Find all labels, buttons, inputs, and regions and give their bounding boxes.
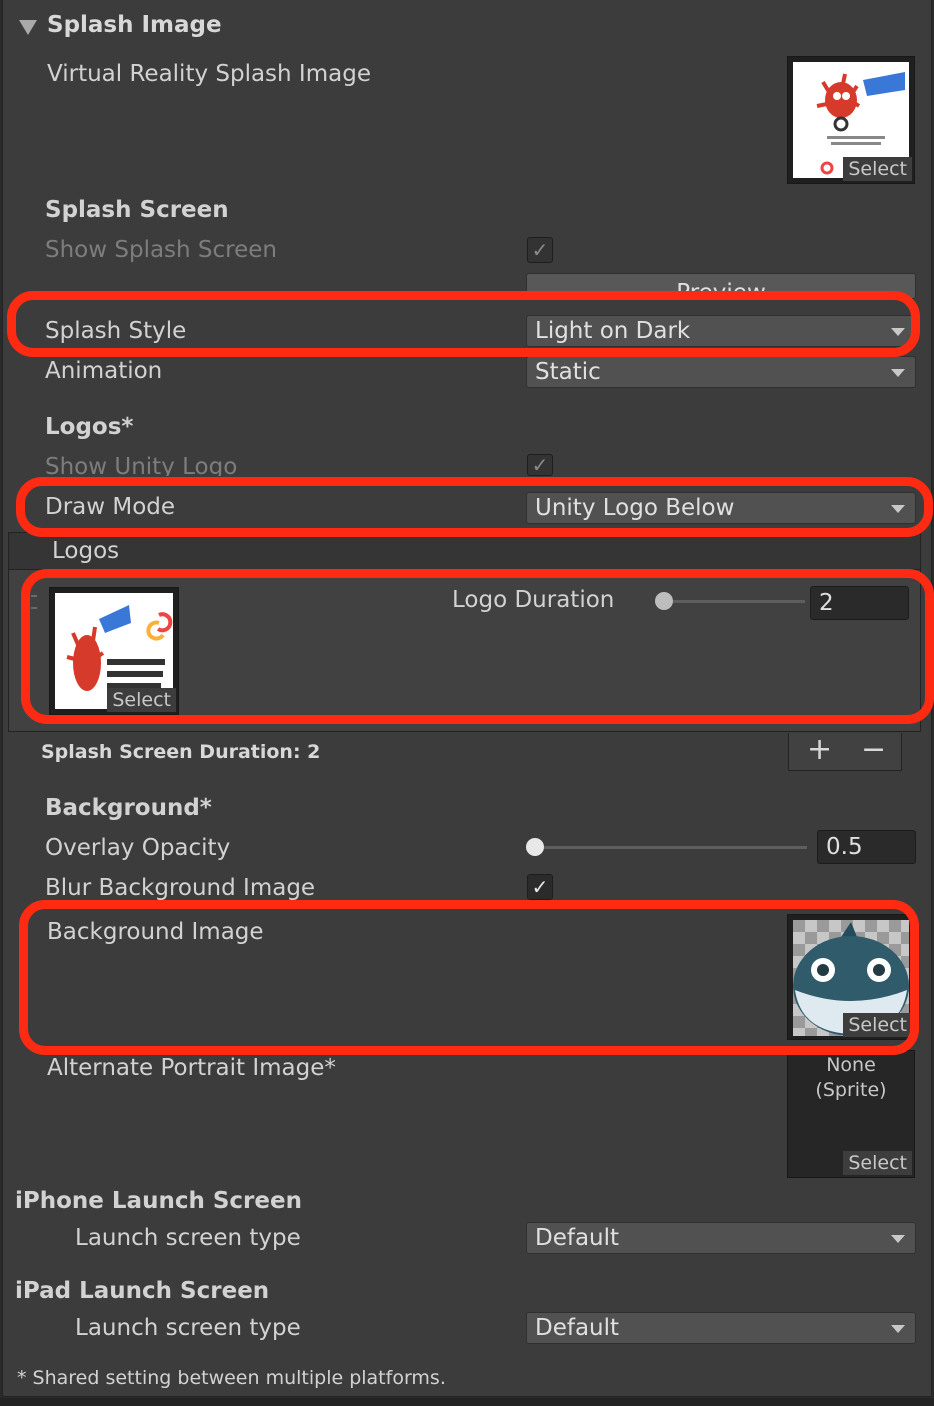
logos-list-header: Logos (9, 533, 920, 570)
overlay-opacity-field[interactable]: 0.5 (817, 830, 916, 864)
vr-splash-label: Virtual Reality Splash Image (47, 61, 371, 87)
splash-duration-text: Splash Screen Duration: 2 (41, 741, 321, 763)
alternate-portrait-field[interactable]: None (Sprite) Select (787, 1050, 915, 1178)
iphone-launch-heading: iPhone Launch Screen (15, 1188, 302, 1214)
iphone-launch-type-value: Default (535, 1225, 620, 1251)
vr-splash-image-field[interactable]: Select (787, 56, 915, 184)
splash-style-value: Light on Dark (535, 318, 691, 344)
logo-duration-value: 2 (819, 590, 834, 616)
logo-image-field[interactable]: Select (49, 587, 179, 715)
logos-add-remove: + − (788, 733, 902, 771)
draw-mode-dropdown[interactable]: Unity Logo Below (526, 492, 916, 524)
add-logo-icon[interactable]: + (807, 733, 832, 767)
dropdown-arrow-icon (891, 1325, 905, 1333)
drag-handle-icon[interactable] (31, 595, 37, 609)
animation-value: Static (535, 359, 601, 385)
draw-mode-value: Unity Logo Below (535, 495, 735, 521)
background-heading: Background* (45, 795, 212, 821)
logos-list-title: Logos (52, 538, 120, 564)
remove-logo-icon[interactable]: − (861, 733, 886, 767)
draw-mode-label: Draw Mode (45, 494, 176, 520)
splash-screen-heading: Splash Screen (45, 197, 229, 223)
logo-duration-slider-thumb[interactable] (655, 592, 673, 610)
alternate-sprite-text: (Sprite) (815, 1079, 887, 1101)
alternate-portrait-label: Alternate Portrait Image* (47, 1055, 336, 1081)
show-splash-label: Show Splash Screen (45, 237, 277, 263)
logo-duration-slider-track[interactable] (655, 600, 805, 603)
blur-background-label: Blur Background Image (45, 875, 316, 901)
show-unity-logo-label: Show Unity Logo (45, 454, 238, 476)
alternate-select-button[interactable]: Select (843, 1151, 912, 1175)
animation-dropdown[interactable]: Static (526, 356, 916, 388)
logos-list: Logos Select Logo Duration 2 (8, 532, 921, 732)
alternate-none-text: None (826, 1054, 876, 1076)
ipad-launch-heading: iPad Launch Screen (15, 1278, 270, 1304)
dropdown-arrow-icon (891, 1235, 905, 1243)
vr-splash-select-button[interactable]: Select (843, 157, 912, 181)
overlay-opacity-value: 0.5 (826, 834, 863, 860)
blur-background-checkbox[interactable]: ✓ (527, 874, 553, 900)
iphone-launch-type-dropdown[interactable]: Default (526, 1222, 916, 1254)
logo-select-button[interactable]: Select (107, 688, 176, 712)
show-splash-checkbox[interactable]: ✓ (527, 237, 553, 263)
bottom-border (0, 1398, 934, 1406)
background-image-field[interactable]: Select (787, 914, 915, 1040)
foldout-arrow-icon[interactable] (19, 20, 37, 35)
splash-style-dropdown[interactable]: Light on Dark (526, 315, 916, 347)
logo-duration-field[interactable]: 2 (810, 586, 909, 620)
splash-style-label: Splash Style (45, 318, 187, 344)
background-image-label: Background Image (47, 919, 264, 945)
logo-duration-label: Logo Duration (452, 587, 615, 613)
ipad-launch-type-label: Launch screen type (75, 1315, 301, 1341)
dropdown-arrow-icon (891, 505, 905, 513)
dropdown-arrow-icon (891, 328, 905, 336)
preview-button[interactable]: Preview (526, 273, 916, 299)
overlay-opacity-label: Overlay Opacity (45, 835, 231, 861)
ipad-launch-type-dropdown[interactable]: Default (526, 1312, 916, 1344)
background-select-button[interactable]: Select (843, 1013, 912, 1037)
logos-heading: Logos* (45, 414, 134, 440)
dropdown-arrow-icon (891, 369, 905, 377)
iphone-launch-type-label: Launch screen type (75, 1225, 301, 1251)
animation-label: Animation (45, 358, 163, 384)
show-unity-logo-checkbox[interactable]: ✓ (527, 454, 553, 476)
section-title: Splash Image (47, 12, 222, 38)
ipad-launch-type-value: Default (535, 1315, 620, 1341)
shared-setting-note: * Shared setting between multiple platfo… (17, 1367, 446, 1389)
overlay-opacity-slider-track[interactable] (528, 846, 807, 849)
overlay-opacity-slider-thumb[interactable] (526, 838, 544, 856)
